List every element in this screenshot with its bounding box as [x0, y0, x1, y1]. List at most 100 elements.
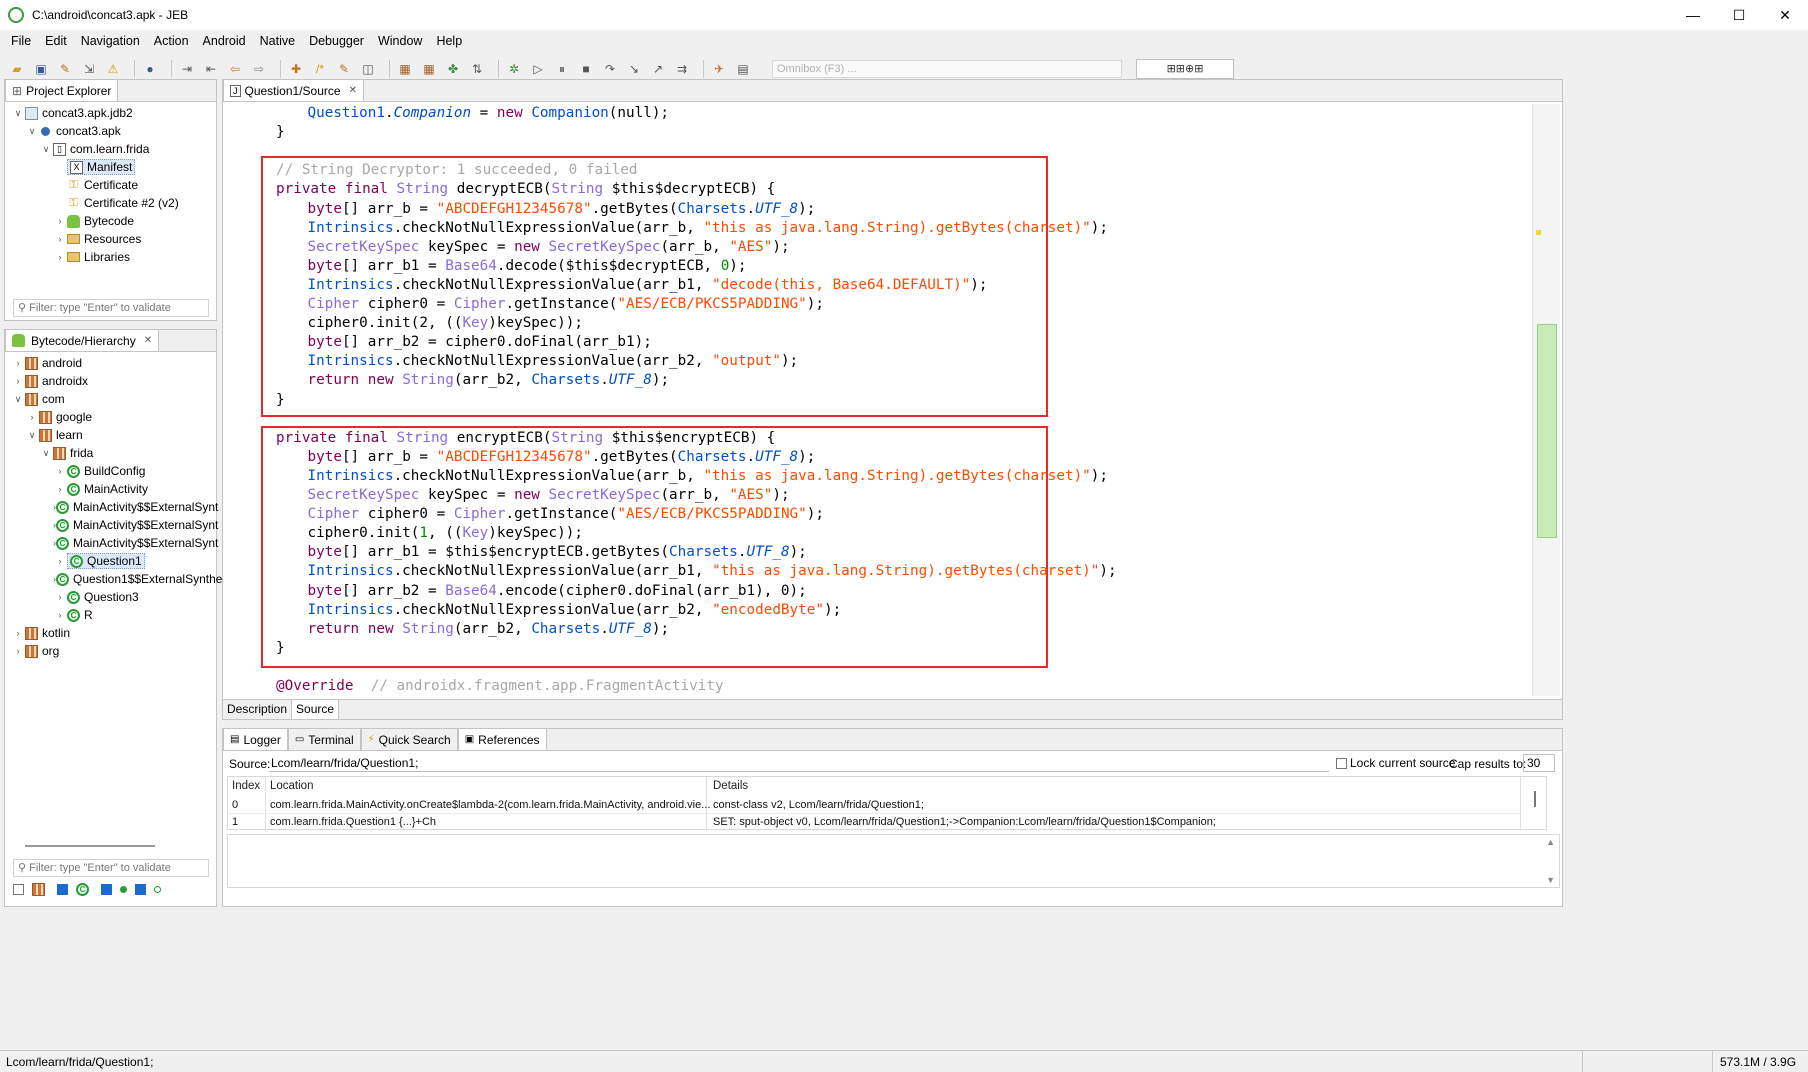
hierarchy-item[interactable]: › C MainActivity$$ExternalSynt [9, 534, 218, 552]
tab-references[interactable]: ▣ References [457, 728, 547, 750]
bookmark-icon[interactable]: ✚ [287, 60, 305, 78]
column-location[interactable]: Location [270, 780, 313, 792]
menu-android[interactable]: Android [196, 34, 253, 48]
chevron-down-icon[interactable]: ∨ [25, 430, 39, 441]
tree-item-bytecode[interactable]: › Bytecode [9, 212, 212, 230]
code-line[interactable]: cipher0.init(2, ((Key)keySpec)); [308, 314, 583, 333]
hierarchy-filter-input[interactable]: ⚲ Filter: type "Enter" to validate [13, 859, 209, 877]
cap-results-input[interactable]: 30 [1523, 754, 1555, 772]
globe-icon[interactable]: ● [141, 60, 159, 78]
hierarchy-item[interactable]: › C MainActivity [9, 480, 212, 498]
run-icon[interactable]: ▷ [529, 60, 547, 78]
step-in-icon[interactable]: ⇥ [178, 60, 196, 78]
code-line[interactable]: } [276, 639, 285, 658]
code-line[interactable]: byte[] arr_b = "ABCDEFGH12345678".getByt… [308, 200, 816, 219]
code-editor[interactable]: Question1.Companion = new Companion(null… [242, 104, 1531, 696]
details-area[interactable]: ▲ ▼ [227, 834, 1560, 888]
close-icon[interactable]: ✕ [144, 335, 152, 346]
tab-source[interactable]: Source [292, 700, 340, 719]
step-out-icon[interactable]: ⇤ [202, 60, 220, 78]
code-line[interactable]: Cipher cipher0 = Cipher.getInstance("AES… [308, 295, 825, 314]
tree-item-manifest[interactable]: X Manifest [9, 158, 212, 176]
hierarchy-item[interactable]: › C Question1$$ExternalSynthe [9, 570, 222, 588]
tab-description[interactable]: Description [223, 700, 293, 719]
graph-icon[interactable]: ✤ [444, 60, 462, 78]
maximize-button[interactable]: ☐ [1716, 0, 1762, 30]
menu-file[interactable]: File [4, 34, 38, 48]
expand-chevron-icon[interactable]: ∨ [11, 108, 25, 119]
code-line[interactable]: return new String(arr_b2, Charsets.UTF_8… [308, 620, 670, 639]
menu-action[interactable]: Action [147, 34, 196, 48]
hierarchy-item[interactable]: ∨ com [9, 390, 212, 408]
code-line[interactable]: byte[] arr_b1 = $this$encryptECB.getByte… [308, 543, 807, 562]
chevron-right-icon[interactable]: › [11, 628, 25, 638]
code-line[interactable]: Intrinsics.checkNotNullExpressionValue(a… [308, 562, 1117, 581]
menu-navigation[interactable]: Navigation [74, 34, 147, 48]
hierarchy-item[interactable]: › C MainActivity$$ExternalSynt [9, 498, 218, 516]
tree-item-certificate-2[interactable]: ⚿ Certificate #2 (v2) [9, 194, 212, 212]
code-line[interactable]: byte[] arr_b2 = cipher0.doFinal(arr_b1); [308, 333, 652, 352]
tree-item-apk[interactable]: ∨ concat3.apk [9, 122, 212, 140]
convert-icon[interactable]: ◫ [359, 60, 377, 78]
code-line[interactable]: byte[] arr_b = "ABCDEFGH12345678".getByt… [308, 448, 816, 467]
code-line[interactable]: cipher0.init(1, ((Key)keySpec)); [308, 524, 583, 543]
chevron-right-icon[interactable]: › [11, 646, 25, 656]
chevron-down-icon[interactable]: ∨ [11, 394, 25, 405]
chevron-right-icon[interactable]: › [11, 376, 25, 386]
minimize-button[interactable]: — [1670, 0, 1716, 30]
hierarchy-item[interactable]: › android [9, 354, 212, 372]
save-icon[interactable]: ▣ [32, 60, 50, 78]
step-into-icon[interactable]: ↘ [625, 60, 643, 78]
menu-window[interactable]: Window [371, 34, 429, 48]
chevron-right-icon[interactable]: › [11, 358, 25, 368]
tab-terminal[interactable]: ▭ Terminal [287, 728, 361, 750]
horizontal-scrollbar[interactable] [25, 845, 155, 847]
hierarchy-item[interactable]: ∨ learn [9, 426, 212, 444]
chevron-right-icon[interactable]: › [53, 592, 67, 602]
code-line[interactable]: Intrinsics.checkNotNullExpressionValue(a… [308, 352, 799, 371]
hierarchy-item[interactable]: › google [9, 408, 212, 426]
menu-native[interactable]: Native [253, 34, 302, 48]
column-index[interactable]: Index [232, 780, 260, 792]
hierarchy-item[interactable]: › C MainActivity$$ExternalSynt [9, 516, 218, 534]
source-field[interactable]: Lcom/learn/frida/Question1; [269, 754, 1329, 772]
open-icon[interactable]: ▰ [8, 60, 26, 78]
pause-icon[interactable]: ⏸ [553, 60, 571, 78]
expand-chevron-icon[interactable]: › [53, 234, 67, 244]
column-details[interactable]: Details [713, 780, 748, 792]
memory-usage[interactable]: 573.1M / 3.9G [1720, 1055, 1796, 1069]
hierarchy-item[interactable]: › androidx [9, 372, 212, 390]
code-line[interactable]: } [276, 391, 285, 410]
chevron-right-icon[interactable]: › [25, 412, 39, 422]
tab-logger[interactable]: ▤ Logger [223, 728, 288, 750]
expand-chevron-icon[interactable]: ∨ [25, 126, 39, 137]
code-line[interactable]: private final String encryptECB(String $… [276, 429, 775, 448]
xref-icon[interactable]: ⇅ [468, 60, 486, 78]
menu-help[interactable]: Help [429, 34, 469, 48]
tree-item-libraries[interactable]: › Libraries [9, 248, 212, 266]
tab-quick-search[interactable]: ⚡ Quick Search [360, 728, 458, 750]
menu-edit[interactable]: Edit [38, 34, 74, 48]
forward-icon[interactable]: ⇨ [250, 60, 268, 78]
scroll-up-icon[interactable]: ▲ [1546, 837, 1555, 847]
omnibox-input[interactable]: Omnibox (F3) ... [772, 60, 1122, 78]
code-line[interactable]: Question1.Companion = new Companion(null… [308, 104, 670, 123]
project-filter-input[interactable]: ⚲ Filter: type "Enter" to validate [13, 299, 209, 317]
code-line[interactable]: Intrinsics.checkNotNullExpressionValue(a… [308, 467, 1109, 486]
code-line[interactable]: Intrinsics.checkNotNullExpressionValue(a… [308, 219, 1109, 238]
hierarchy-item[interactable]: › C R [9, 606, 212, 624]
close-button[interactable]: ✕ [1762, 0, 1808, 30]
tree-item-certificate[interactable]: ⚿ Certificate [9, 176, 212, 194]
code-line[interactable]: private final String decryptECB(String $… [276, 180, 775, 199]
code-line[interactable]: // String Decryptor: 1 succeeded, 0 fail… [276, 161, 638, 180]
omnibox-options-button[interactable]: ⊞⊞⊕⊞ [1136, 59, 1234, 79]
properties-icon[interactable]: ✎ [56, 60, 74, 78]
run-to-line-icon[interactable]: ⇉ [673, 60, 691, 78]
code-line[interactable]: byte[] arr_b2 = Base64.encode(cipher0.do… [308, 582, 807, 601]
chevron-down-icon[interactable]: ∨ [39, 448, 53, 459]
scroll-down-icon[interactable]: ▼ [1546, 875, 1555, 885]
visible-region-indicator[interactable] [1537, 324, 1557, 538]
back-icon[interactable]: ⇦ [226, 60, 244, 78]
table-scrollbar[interactable] [1534, 791, 1536, 807]
expand-chevron-icon[interactable]: › [53, 252, 67, 262]
